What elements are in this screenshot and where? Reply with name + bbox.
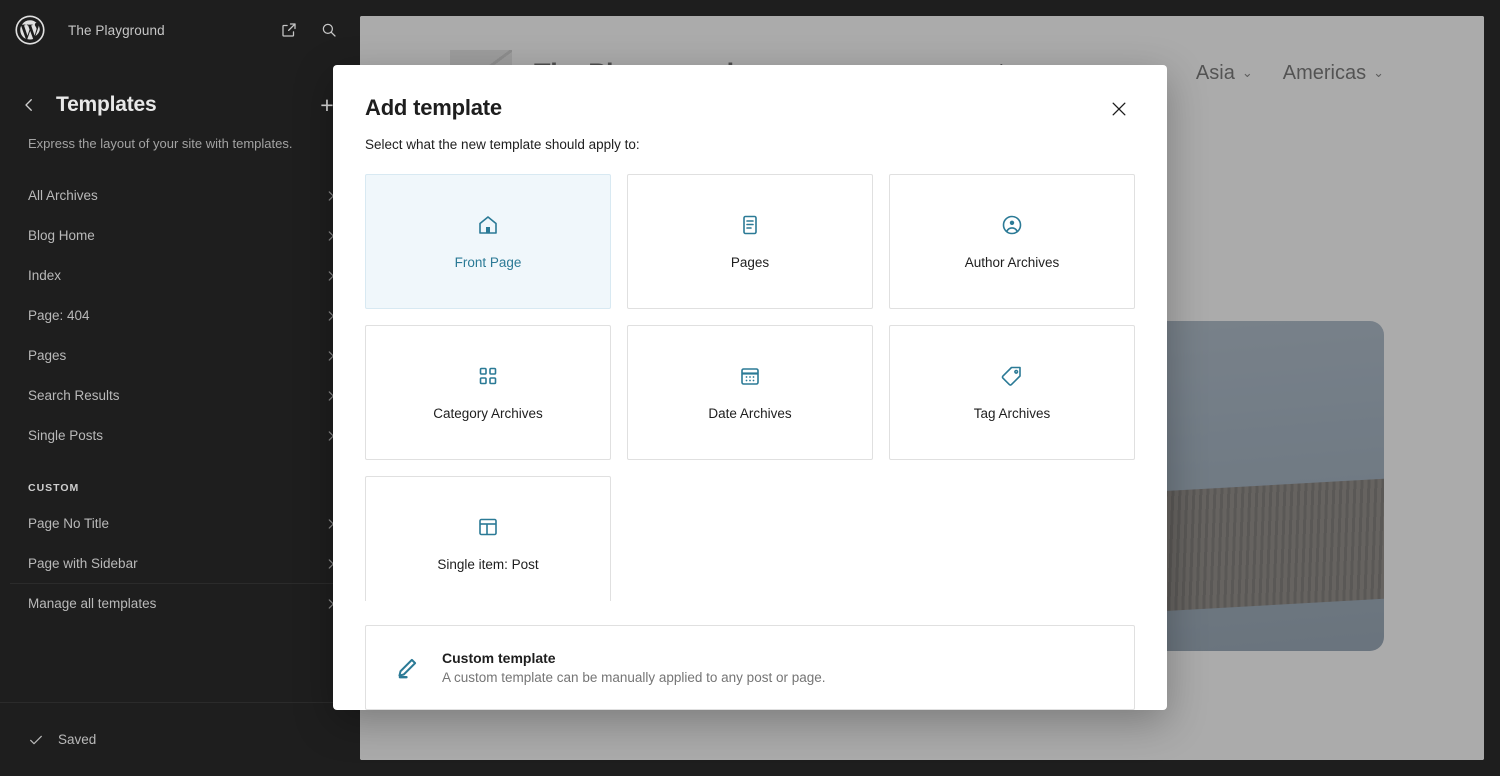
sidebar-item-label: Search Results xyxy=(28,388,120,403)
sidebar-item-label: Index xyxy=(28,268,62,283)
grid-icon xyxy=(476,364,500,388)
sidebar-item-page-404[interactable]: Page: 404 xyxy=(0,296,360,336)
sidebar-item-page-with-sidebar[interactable]: Page with Sidebar xyxy=(0,544,360,584)
sidebar-section-custom-label: CUSTOM xyxy=(28,481,80,494)
tag-icon xyxy=(1000,364,1024,388)
custom-template-title: Custom template xyxy=(442,650,556,666)
site-name-label: The Playground xyxy=(68,22,165,38)
home-icon xyxy=(476,213,500,237)
template-card-front-page[interactable]: Front Page xyxy=(365,174,611,309)
save-status-label: Saved xyxy=(58,732,97,747)
template-card-label: Pages xyxy=(730,255,770,270)
template-card-label: Tag Archives xyxy=(973,406,1051,421)
search-icon[interactable] xyxy=(318,19,340,41)
custom-template-text: Custom template A custom template can be… xyxy=(442,650,825,685)
editor-sidebar: The Playground Templates + Express the l… xyxy=(0,0,360,776)
check-icon xyxy=(28,732,44,748)
site-editor-window: The Playground Templates + Express the l… xyxy=(0,0,1500,776)
templates-list: All Archives Blog Home Index Page: 404 P… xyxy=(0,176,360,456)
modal-title: Add template xyxy=(365,95,502,120)
sidebar-item-label: Page: 404 xyxy=(28,308,90,323)
sidebar-item-index[interactable]: Index xyxy=(0,256,360,296)
custom-templates-list: Page No Title Page with Sidebar Manage a… xyxy=(0,504,360,624)
template-card-single-item-post[interactable]: Single item: Post xyxy=(365,476,611,601)
sidebar-header: Templates + xyxy=(0,60,360,118)
sidebar-top-actions xyxy=(278,19,340,41)
sidebar-item-label: Pages xyxy=(28,348,67,363)
sidebar-item-pages[interactable]: Pages xyxy=(0,336,360,376)
template-card-label: Author Archives xyxy=(964,255,1060,270)
modal-subtitle: Select what the new template should appl… xyxy=(365,137,640,152)
template-type-grid: Front Page Pages Author Archives Categor… xyxy=(365,174,1135,601)
template-card-label: Date Archives xyxy=(708,406,792,421)
custom-template-option[interactable]: Custom template A custom template can be… xyxy=(365,625,1135,710)
add-template-modal: Add template Select what the new templat… xyxy=(333,65,1167,710)
sidebar-item-label: Blog Home xyxy=(28,228,95,243)
modal-header: Add template xyxy=(333,65,1167,125)
sidebar-item-label: Page with Sidebar xyxy=(28,556,138,571)
close-icon[interactable] xyxy=(1103,93,1135,125)
sidebar-item-label: All Archives xyxy=(28,188,98,203)
template-card-category-archives[interactable]: Category Archives xyxy=(365,325,611,460)
sidebar-item-label: Manage all templates xyxy=(28,596,157,611)
sidebar-item-all-archives[interactable]: All Archives xyxy=(0,176,360,216)
save-status[interactable]: Saved xyxy=(28,732,96,748)
calendar-icon xyxy=(738,364,762,388)
external-link-icon[interactable] xyxy=(278,19,300,41)
template-card-label: Single item: Post xyxy=(437,557,539,572)
sidebar-item-page-no-title[interactable]: Page No Title xyxy=(0,504,360,544)
sidebar-item-label: Page No Title xyxy=(28,516,110,531)
sidebar-item-search-results[interactable]: Search Results xyxy=(0,376,360,416)
wordpress-logo-icon[interactable] xyxy=(14,14,46,46)
custom-template-description: A custom template can be manually applie… xyxy=(442,670,826,685)
sidebar-footer: Saved xyxy=(0,702,360,776)
sidebar-item-label: Single Posts xyxy=(28,428,104,443)
template-card-pages[interactable]: Pages xyxy=(627,174,873,309)
sidebar-item-blog-home[interactable]: Blog Home xyxy=(0,216,360,256)
sidebar-description: Express the layout of your site with tem… xyxy=(28,136,293,151)
template-card-author-archives[interactable]: Author Archives xyxy=(889,174,1135,309)
layout-icon xyxy=(476,515,500,539)
user-circle-icon xyxy=(1000,213,1024,237)
pencil-icon xyxy=(394,655,422,681)
sidebar-item-single-posts[interactable]: Single Posts xyxy=(0,416,360,456)
page-title: Templates xyxy=(56,93,157,116)
modal-body: Front Page Pages Author Archives Categor… xyxy=(333,152,1167,601)
template-card-label: Category Archives xyxy=(433,406,543,421)
sidebar-top-bar: The Playground xyxy=(0,0,360,60)
chevron-left-icon[interactable] xyxy=(16,92,42,118)
template-card-date-archives[interactable]: Date Archives xyxy=(627,325,873,460)
template-card-tag-archives[interactable]: Tag Archives xyxy=(889,325,1135,460)
page-icon xyxy=(738,213,762,237)
template-card-label: Front Page xyxy=(454,255,522,270)
sidebar-item-manage-all-templates[interactable]: Manage all templates xyxy=(0,584,360,624)
